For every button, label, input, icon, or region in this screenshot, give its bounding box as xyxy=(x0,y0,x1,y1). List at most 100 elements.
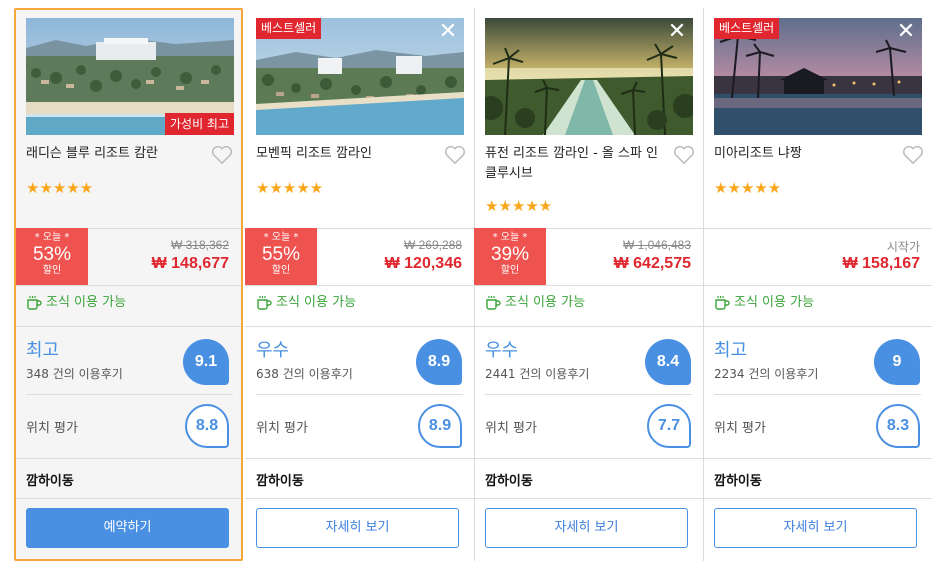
view-details-button[interactable]: 자세히 보기 xyxy=(714,508,917,548)
rating-word: 최고 xyxy=(714,340,748,361)
heart-icon[interactable] xyxy=(444,145,466,165)
discount-today: * 오늘 * xyxy=(34,232,70,243)
starting-price-label: 시작가 xyxy=(886,240,920,254)
divider xyxy=(703,285,932,286)
divider xyxy=(714,394,921,395)
current-price: ₩ 642,575 xyxy=(613,255,691,272)
original-price: ₩ 1,046,483 xyxy=(622,238,691,252)
close-icon[interactable]: ✕ xyxy=(437,21,459,43)
rating-word: 우수 xyxy=(485,340,519,361)
rating-word: 최고 xyxy=(26,340,60,361)
location-rating-label: 위치 평가 xyxy=(26,421,78,436)
divider xyxy=(245,326,474,327)
current-price: ₩ 120,346 xyxy=(384,255,462,272)
location-score: 7.7 xyxy=(647,404,691,448)
discount-badge: * 오늘 * 39% 할인 xyxy=(474,228,546,285)
review-score: 8.4 xyxy=(645,339,691,385)
star-rating: ★★★★★ xyxy=(26,179,94,197)
location-score: 8.9 xyxy=(418,404,462,448)
location-score: 8.3 xyxy=(876,404,920,448)
discount-percent: 39% xyxy=(490,244,530,265)
close-icon[interactable]: ✕ xyxy=(666,21,688,43)
breakfast-label: 조식 이용 가능 xyxy=(276,295,357,310)
current-price: ₩ 158,167 xyxy=(842,255,920,272)
review-count[interactable]: 2234 건의 이용후기 xyxy=(714,365,818,382)
divider xyxy=(16,498,241,499)
area-name[interactable]: 깜하이동 xyxy=(256,470,304,489)
hotel-name[interactable]: 퓨전 리조트 깜라인 - 올 스파 인클루시브 xyxy=(485,144,660,184)
divider xyxy=(703,458,932,459)
divider xyxy=(26,394,233,395)
heart-icon[interactable] xyxy=(902,145,924,165)
current-price: ₩ 148,677 xyxy=(151,255,229,272)
heart-icon[interactable] xyxy=(673,145,695,165)
hotel-name[interactable]: 미아리조트 냐짱 xyxy=(714,144,889,164)
review-score: 8.9 xyxy=(416,339,462,385)
hotel-photo[interactable]: ✕ xyxy=(485,18,693,135)
divider xyxy=(16,458,241,459)
hotel-photo[interactable]: 베스트셀러 ✕ xyxy=(714,18,922,135)
review-count[interactable]: 348 건의 이용후기 xyxy=(26,365,123,382)
value-badge: 가성비 최고 xyxy=(164,113,234,135)
coffee-cup-icon xyxy=(27,296,42,310)
divider xyxy=(245,458,474,459)
coffee-cup-icon xyxy=(257,296,272,310)
review-count[interactable]: 2441 건의 이용후기 xyxy=(485,365,589,382)
hotel-photo[interactable]: 베스트셀러 ✕ xyxy=(256,18,464,135)
location-rating-label: 위치 평가 xyxy=(714,421,766,436)
area-name[interactable]: 깜하이동 xyxy=(485,470,533,489)
divider xyxy=(256,394,463,395)
area-name[interactable]: 깜하이동 xyxy=(26,470,74,489)
coffee-cup-icon xyxy=(486,296,501,310)
hotel-card-movenpick[interactable]: 베스트셀러 ✕ 모벤픽 리조트 깜라인 ★★★★★ * 오늘 * 55% 할인 … xyxy=(245,8,474,561)
discount-today: * 오늘 * xyxy=(492,232,528,243)
original-price: ₩ 269,288 xyxy=(403,238,462,252)
star-rating: ★★★★★ xyxy=(485,197,553,215)
discount-label: 할인 xyxy=(271,265,291,276)
star-rating: ★★★★★ xyxy=(256,179,324,197)
discount-label: 할인 xyxy=(500,265,520,276)
discount-percent: 55% xyxy=(261,244,301,265)
area-name[interactable]: 깜하이동 xyxy=(714,470,762,489)
original-price: ₩ 318,362 xyxy=(170,238,229,252)
divider xyxy=(474,326,703,327)
hotel-photo[interactable]: 가성비 최고 xyxy=(26,18,234,135)
divider xyxy=(703,228,932,229)
discount-label: 할인 xyxy=(42,265,62,276)
breakfast-info: 조식 이용 가능 xyxy=(485,294,585,312)
bestseller-badge: 베스트셀러 xyxy=(714,18,780,39)
hotel-name[interactable]: 래디슨 블루 리조트 캄란 xyxy=(26,144,201,164)
divider xyxy=(245,498,474,499)
divider xyxy=(16,326,241,327)
breakfast-info: 조식 이용 가능 xyxy=(26,294,126,312)
review-count[interactable]: 638 건의 이용후기 xyxy=(256,365,353,382)
breakfast-label: 조식 이용 가능 xyxy=(734,295,815,310)
breakfast-info: 조식 이용 가능 xyxy=(714,294,814,312)
hotel-name[interactable]: 모벤픽 리조트 깜라인 xyxy=(256,144,431,164)
breakfast-label: 조식 이용 가능 xyxy=(46,295,127,310)
discount-badge: * 오늘 * 53% 할인 xyxy=(16,228,88,285)
discount-badge: * 오늘 * 55% 할인 xyxy=(245,228,317,285)
location-rating-label: 위치 평가 xyxy=(485,421,537,436)
hotel-card-fusion[interactable]: ✕ 퓨전 리조트 깜라인 - 올 스파 인클루시브 ★★★★★ * 오늘 * 3… xyxy=(474,8,703,561)
book-button[interactable]: 예약하기 xyxy=(26,508,229,548)
divider xyxy=(703,326,932,327)
divider xyxy=(16,285,241,286)
review-score: 9 xyxy=(874,339,920,385)
hotel-card-radisson[interactable]: 가성비 최고 래디슨 블루 리조트 캄란 ★★★★★ * 오늘 * 53% 할인… xyxy=(14,8,243,561)
location-rating-label: 위치 평가 xyxy=(256,421,308,436)
view-details-button[interactable]: 자세히 보기 xyxy=(256,508,459,548)
discount-today: * 오늘 * xyxy=(263,232,299,243)
breakfast-info: 조식 이용 가능 xyxy=(256,294,356,312)
view-details-button[interactable]: 자세히 보기 xyxy=(485,508,688,548)
star-rating: ★★★★★ xyxy=(714,179,782,197)
close-icon[interactable]: ✕ xyxy=(895,21,917,43)
hotel-card-mia[interactable]: 베스트셀러 ✕ 미아리조트 냐짱 ★★★★★ 시작가 ₩ 158,167 조식 … xyxy=(703,8,932,561)
heart-icon[interactable] xyxy=(211,145,233,165)
rating-word: 우수 xyxy=(256,340,290,361)
divider xyxy=(474,498,703,499)
location-score: 8.8 xyxy=(185,404,229,448)
bestseller-badge: 베스트셀러 xyxy=(256,18,322,39)
divider xyxy=(474,458,703,459)
divider xyxy=(245,285,474,286)
